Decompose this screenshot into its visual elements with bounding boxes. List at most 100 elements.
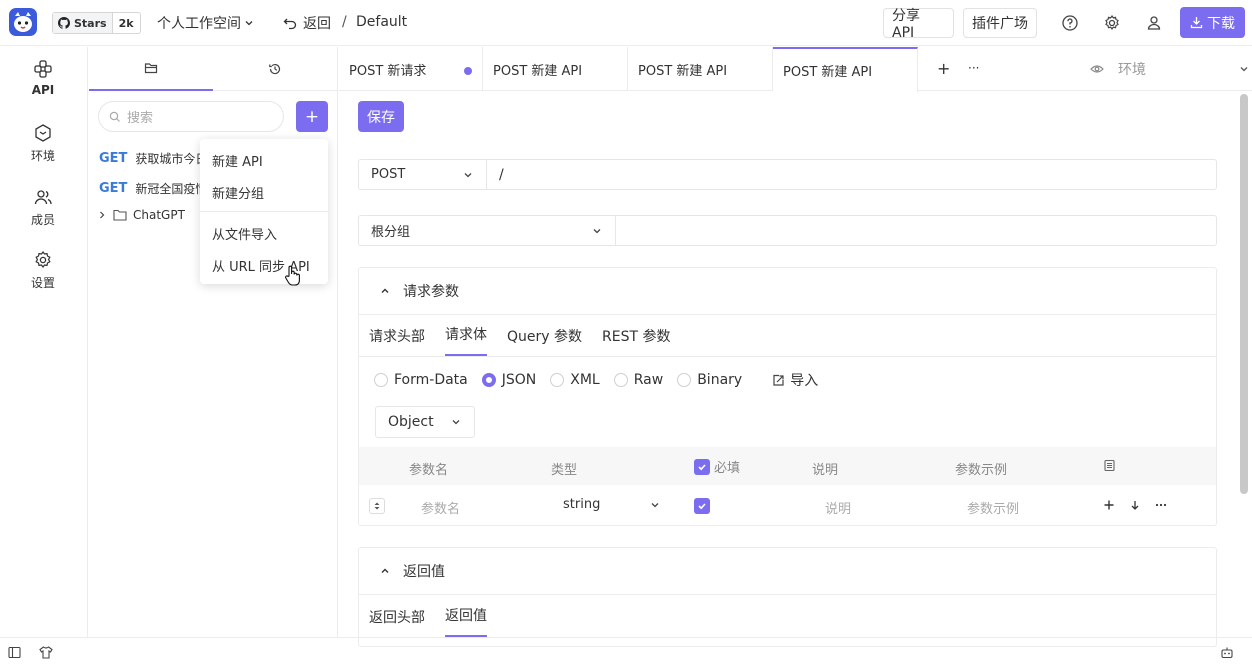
add-child-arrow-icon[interactable] bbox=[1129, 499, 1141, 511]
back-button[interactable]: 返回 bbox=[283, 13, 331, 33]
chevron-down-icon bbox=[464, 172, 472, 177]
tab-request-1[interactable]: POST 新请求 bbox=[339, 47, 483, 91]
required-all-checkbox[interactable] bbox=[694, 458, 710, 475]
method-select[interactable]: POST bbox=[359, 160, 487, 189]
section-header[interactable]: 返回值 bbox=[359, 548, 1216, 595]
sidebar-toggle-icon[interactable] bbox=[8, 646, 21, 659]
url-input[interactable]: / bbox=[487, 167, 504, 183]
group-line: 根分组 bbox=[358, 215, 1217, 246]
radio-xml[interactable]: XML bbox=[550, 372, 600, 388]
save-button[interactable]: 保存 bbox=[358, 101, 404, 132]
body-type-group: Form-Data JSON XML Raw Binary 导入 bbox=[374, 370, 818, 390]
menu-item-import-file[interactable]: 从文件导入 bbox=[212, 224, 277, 243]
root-type-select[interactable]: Object bbox=[375, 406, 475, 438]
bulk-edit-icon[interactable] bbox=[1103, 459, 1116, 472]
column-type: 类型 bbox=[551, 463, 578, 478]
api-method: GET bbox=[99, 180, 128, 196]
radio-binary[interactable]: Binary bbox=[677, 372, 742, 388]
gear-icon[interactable] bbox=[1103, 14, 1121, 32]
plugin-market-button[interactable]: 插件广场 bbox=[963, 8, 1037, 38]
workspace-selector[interactable]: 个人工作空间 bbox=[157, 13, 255, 33]
param-desc-input[interactable]: 说明 bbox=[825, 498, 851, 517]
subtab-body[interactable]: 请求体 bbox=[445, 324, 487, 356]
download-label: 下载 bbox=[1207, 15, 1235, 32]
rail-item-api[interactable]: API bbox=[0, 59, 86, 97]
rail-label-api: API bbox=[31, 83, 55, 97]
radio-label: JSON bbox=[501, 372, 537, 388]
tab-request-3[interactable]: POST 新建 API bbox=[628, 47, 773, 91]
tab-request-2[interactable]: POST 新建 API bbox=[483, 47, 628, 91]
download-button[interactable]: 下载 bbox=[1180, 7, 1245, 38]
group-select[interactable]: 根分组 bbox=[359, 216, 616, 245]
column-desc: 说明 bbox=[812, 463, 839, 478]
chevron-up-icon bbox=[381, 288, 389, 293]
radio-label: XML bbox=[570, 372, 600, 388]
param-type-select[interactable]: string bbox=[563, 497, 661, 512]
github-stars-label-box: Stars bbox=[53, 13, 113, 33]
search-input[interactable]: 搜索 bbox=[98, 101, 284, 132]
hand-cursor-icon bbox=[284, 264, 302, 288]
radio-json[interactable]: JSON bbox=[481, 372, 537, 388]
import-button[interactable]: 导入 bbox=[772, 370, 818, 390]
response-subtabs: 返回头部 返回值 bbox=[359, 595, 1216, 637]
import-icon bbox=[773, 374, 784, 386]
more-icon[interactable] bbox=[1155, 499, 1167, 511]
menu-item-new-group[interactable]: 新建分组 bbox=[212, 183, 264, 202]
chevron-down-icon bbox=[245, 21, 253, 26]
subtab-query[interactable]: Query 参数 bbox=[507, 326, 582, 356]
menu-item-label: 从文件导入 bbox=[212, 228, 278, 243]
robot-icon[interactable] bbox=[1220, 646, 1234, 659]
add-button[interactable]: + bbox=[296, 101, 328, 132]
github-stars-badge[interactable]: Stars 2k bbox=[52, 12, 141, 34]
user-icon[interactable] bbox=[1145, 14, 1163, 32]
rail-item-environment[interactable]: 环境 bbox=[0, 123, 86, 164]
param-type-value: string bbox=[563, 497, 601, 512]
chevron-right-icon bbox=[100, 211, 105, 219]
new-tab-button[interactable]: + bbox=[937, 59, 950, 78]
tab-request-4-active[interactable]: POST 新建 API bbox=[773, 47, 918, 92]
subtab-rest[interactable]: REST 参数 bbox=[602, 326, 670, 356]
subtab-response-headers[interactable]: 返回头部 bbox=[369, 607, 425, 637]
radio-form-data[interactable]: Form-Data bbox=[374, 372, 468, 388]
param-example-input[interactable]: 参数示例 bbox=[967, 498, 1019, 517]
tab-history[interactable] bbox=[213, 47, 337, 91]
share-api-button[interactable]: 分享 API bbox=[883, 8, 954, 41]
help-icon[interactable] bbox=[1061, 14, 1079, 32]
chevron-down-icon bbox=[593, 228, 601, 233]
share-label: 分享 API bbox=[892, 8, 920, 41]
drag-sort-icon[interactable] bbox=[369, 498, 385, 514]
column-required-label: 必填 bbox=[714, 461, 741, 476]
request-line: POST / bbox=[358, 159, 1217, 190]
rail-item-members[interactable]: 成员 bbox=[0, 187, 86, 228]
subtab-headers[interactable]: 请求头部 bbox=[369, 326, 425, 356]
rail-item-settings[interactable]: 设置 bbox=[0, 250, 86, 291]
tab-label: POST 新建 API bbox=[638, 63, 728, 79]
plugins-label: 插件广场 bbox=[972, 16, 1028, 32]
breadcrumb-current[interactable]: Default bbox=[356, 14, 407, 30]
shirt-theme-icon[interactable] bbox=[39, 646, 53, 659]
section-header[interactable]: 请求参数 bbox=[359, 268, 1216, 315]
api-list-item[interactable]: GET 新冠全国疫情 bbox=[99, 178, 207, 198]
add-row-icon[interactable] bbox=[1103, 499, 1115, 511]
api-name-input[interactable] bbox=[616, 216, 1216, 245]
rail-label-settings: 设置 bbox=[30, 276, 55, 290]
api-list-item[interactable]: GET 获取城市今日 bbox=[99, 148, 207, 168]
radio-raw[interactable]: Raw bbox=[613, 372, 663, 388]
subtab-response-body[interactable]: 返回值 bbox=[445, 605, 487, 637]
tab-api-tree[interactable] bbox=[89, 47, 213, 91]
menu-item-new-api[interactable]: 新建 API bbox=[212, 151, 263, 170]
side-panel bbox=[89, 47, 338, 637]
rail-label-members: 成员 bbox=[30, 213, 55, 227]
folder-item[interactable]: ChatGPT bbox=[97, 208, 185, 222]
param-required-checkbox[interactable] bbox=[694, 498, 710, 514]
tab-more-button[interactable]: ··· bbox=[968, 61, 979, 75]
download-icon bbox=[1190, 17, 1203, 29]
root-type-value: Object bbox=[388, 414, 434, 430]
search-placeholder: 搜索 bbox=[127, 111, 154, 126]
scrollbar[interactable] bbox=[1240, 94, 1248, 494]
param-name-input[interactable]: 参数名 bbox=[421, 498, 460, 517]
app-logo-icon[interactable] bbox=[8, 7, 38, 37]
environment-selector[interactable]: 环境 bbox=[1090, 59, 1250, 79]
tab-more-label: ··· bbox=[968, 61, 980, 75]
chevron-down-icon bbox=[452, 420, 460, 425]
